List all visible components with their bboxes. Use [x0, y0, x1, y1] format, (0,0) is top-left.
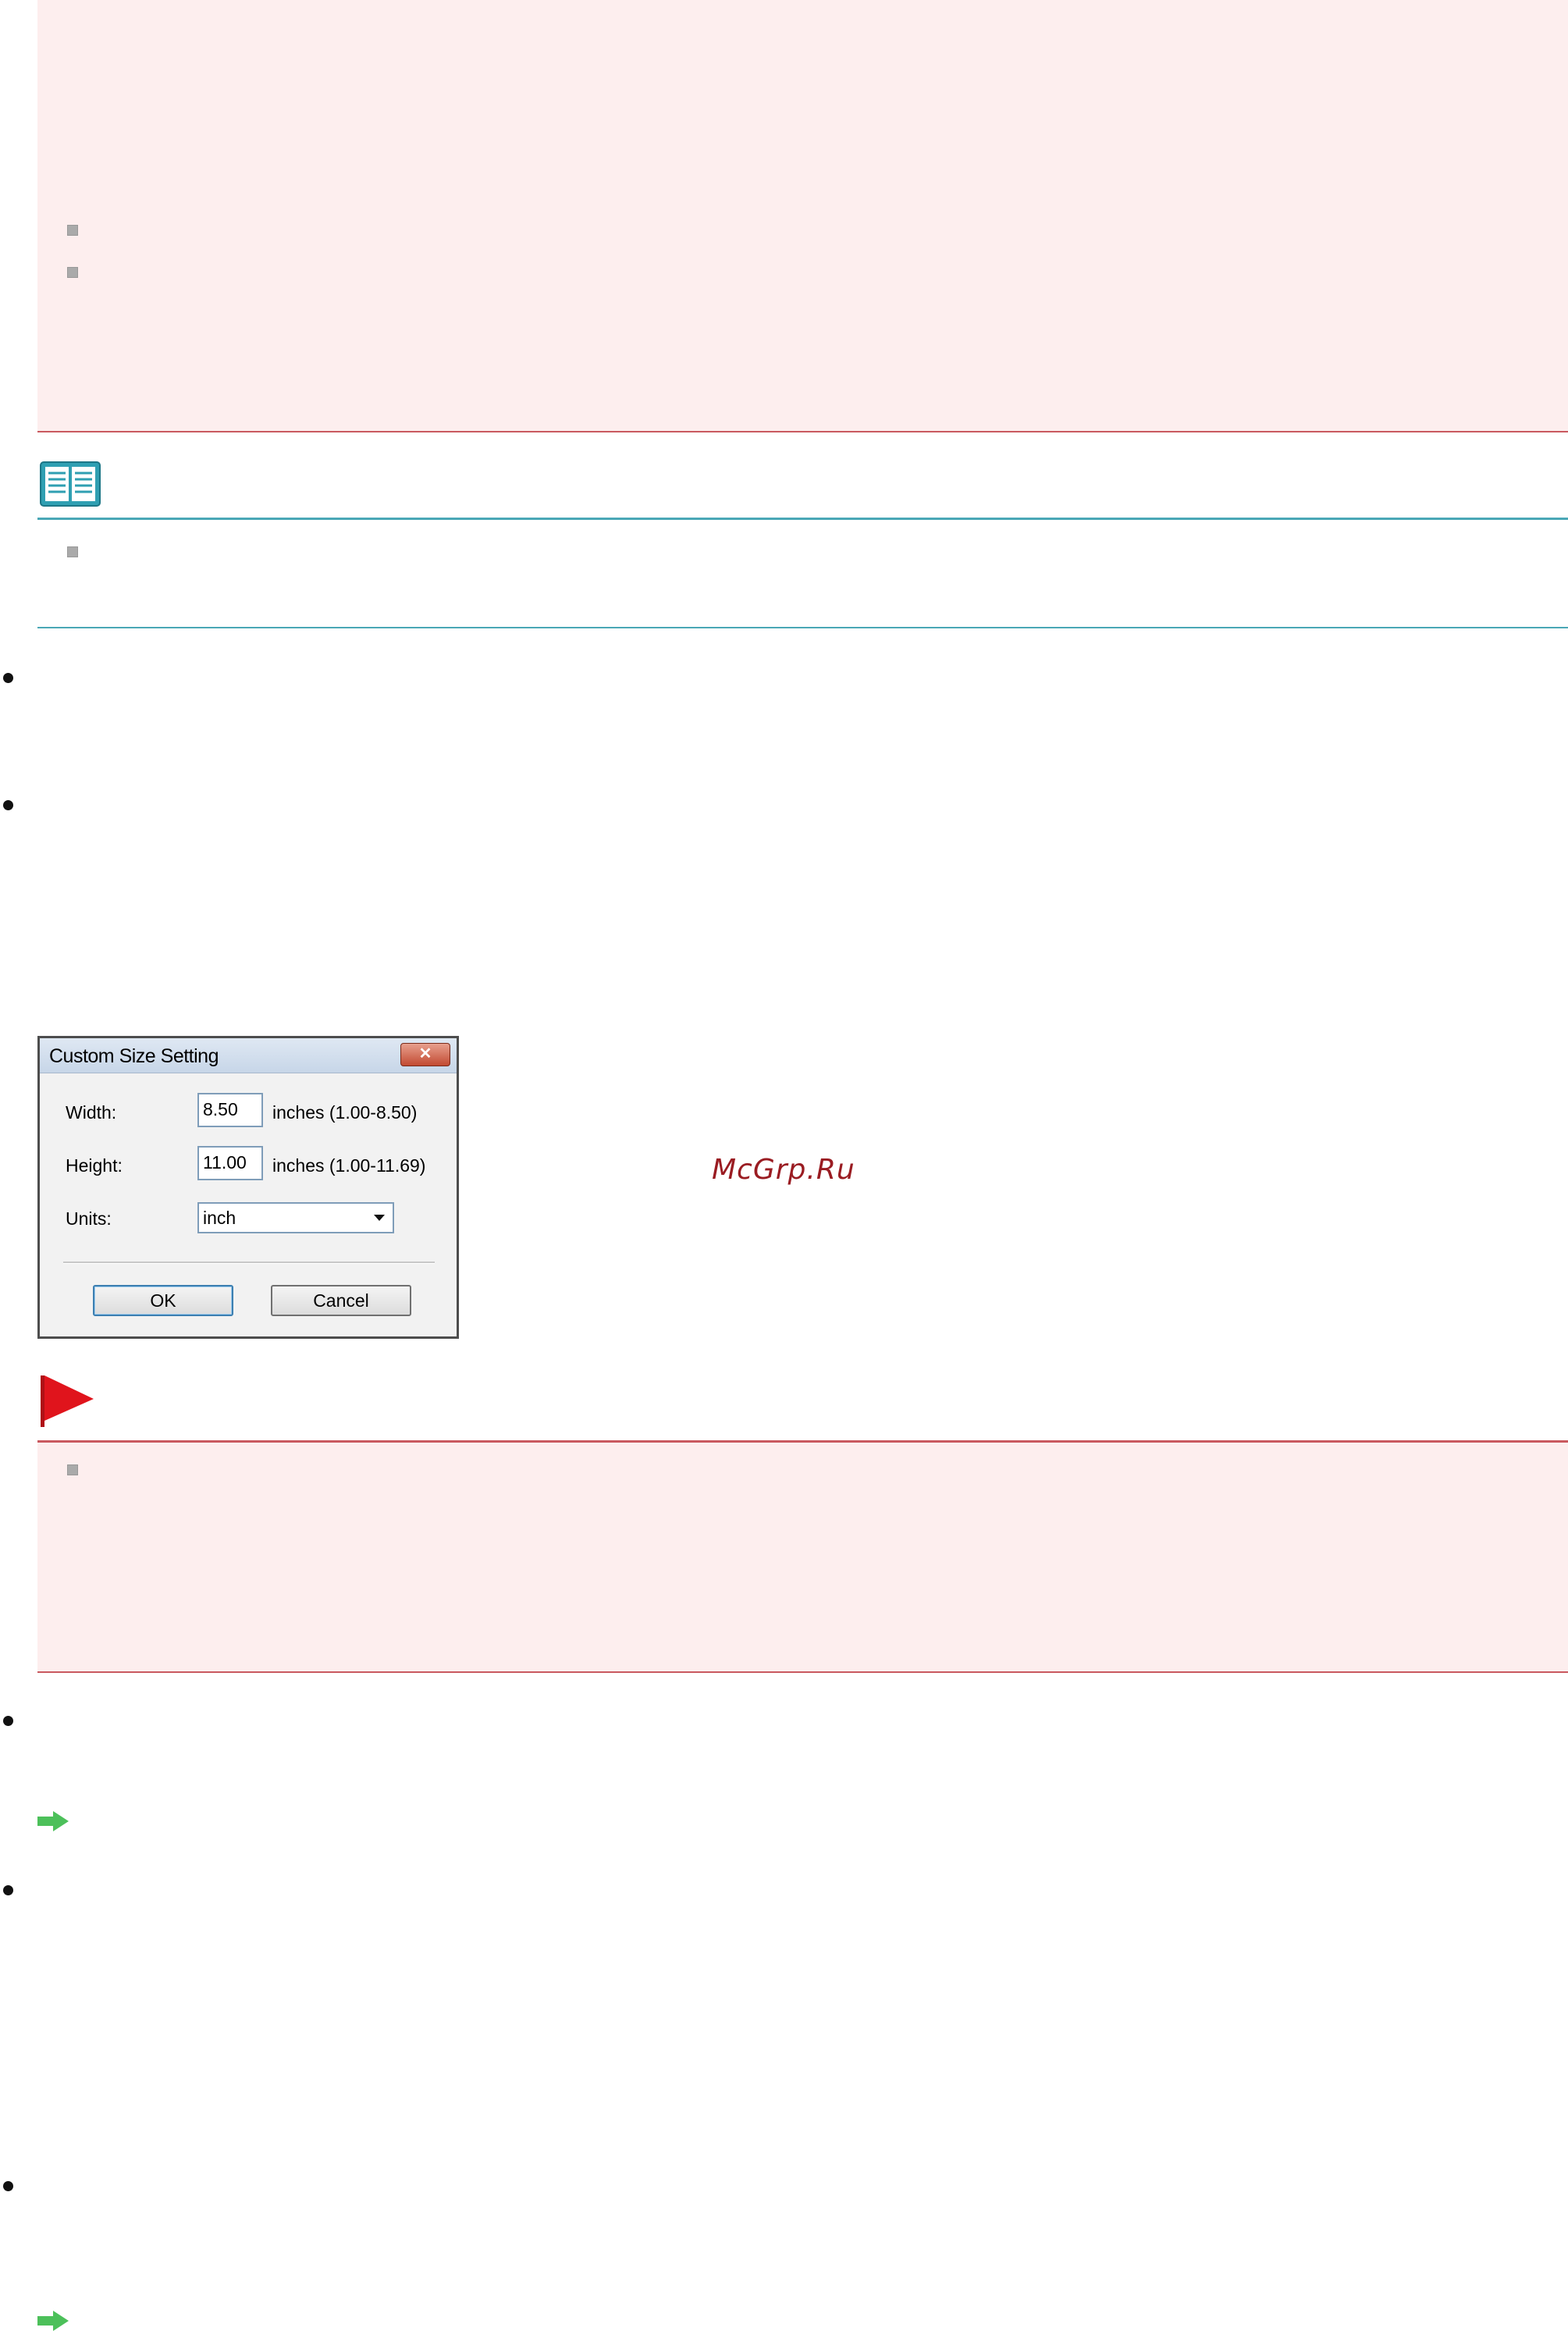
list-bullet	[3, 2181, 13, 2191]
list-bullet	[3, 673, 13, 683]
note-icon	[39, 461, 101, 509]
square-bullet	[67, 225, 78, 236]
width-label: Width:	[66, 1102, 117, 1123]
list-bullet	[3, 800, 13, 810]
important-box-top	[37, 0, 1568, 432]
units-label: Units:	[66, 1208, 112, 1229]
square-bullet	[67, 1464, 78, 1475]
important-box	[37, 1440, 1568, 1673]
height-field[interactable]: 11.00	[197, 1146, 263, 1180]
ok-button[interactable]: OK	[93, 1285, 233, 1316]
width-field[interactable]: 8.50	[197, 1093, 263, 1127]
note-divider	[37, 518, 1568, 520]
dialog-titlebar: Custom Size Setting ✕	[40, 1038, 457, 1073]
units-selected-value: inch	[203, 1208, 236, 1228]
close-button[interactable]: ✕	[400, 1043, 450, 1066]
square-bullet	[67, 267, 78, 278]
flag-icon	[39, 1374, 97, 1429]
arrow-right-icon[interactable]	[36, 2309, 70, 2333]
arrow-right-icon[interactable]	[36, 1810, 70, 1833]
chevron-down-icon	[374, 1215, 385, 1221]
dialog-separator	[63, 1262, 435, 1264]
list-bullet	[3, 1716, 13, 1726]
list-bullet	[3, 1885, 13, 1895]
height-label: Height:	[66, 1155, 123, 1176]
units-select[interactable]: inch	[197, 1202, 394, 1233]
watermark: McGrp.Ru	[712, 1154, 855, 1186]
note-divider	[37, 627, 1568, 628]
cancel-button[interactable]: Cancel	[271, 1285, 411, 1316]
square-bullet	[67, 546, 78, 557]
height-range-text: inches (1.00-11.69)	[272, 1155, 426, 1176]
custom-size-dialog: Custom Size Setting ✕ Width: 8.50 inches…	[37, 1036, 459, 1339]
width-range-text: inches (1.00-8.50)	[272, 1102, 418, 1123]
dialog-title: Custom Size Setting	[49, 1045, 219, 1067]
